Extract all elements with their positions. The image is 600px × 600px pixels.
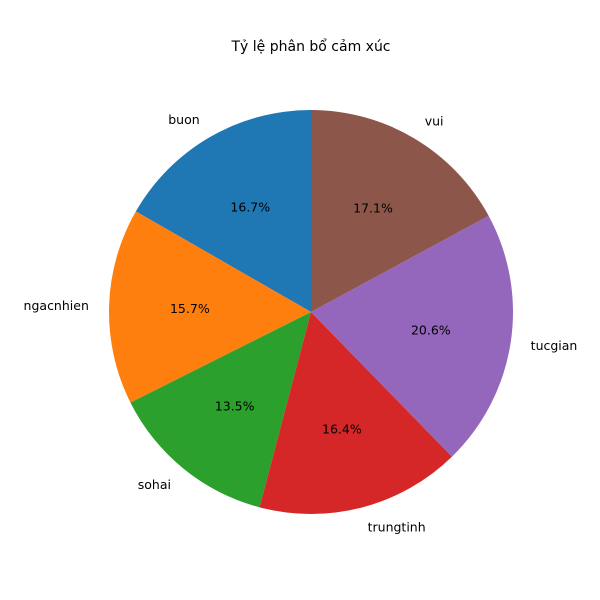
category-label-sohai: sohai [138, 477, 171, 492]
pct-label-vui: 17.1% [353, 200, 393, 215]
category-label-buon: buon [168, 112, 199, 127]
pct-label-trungtinh: 16.4% [322, 422, 362, 437]
chart-title: Tỷ lệ phân bổ cảm xúc [230, 38, 390, 55]
category-label-trungtinh: trungtinh [368, 519, 426, 534]
pie-chart: Tỷ lệ phân bổ cảm xúc 16.7% 15.7% 13.5% 16.… [0, 0, 600, 600]
pct-label-tucgian: 20.6% [411, 323, 451, 338]
category-label-ngacnhien: ngacnhien [24, 298, 89, 313]
pct-label-sohai: 13.5% [215, 399, 255, 414]
category-label-tucgian: tucgian [531, 338, 578, 353]
pct-label-buon: 16.7% [230, 200, 270, 215]
pie-chart-canvas: Tỷ lệ phân bổ cảm xúc 16.7% 15.7% 13.5% 16.… [24, 38, 578, 534]
pct-label-ngacnhien: 15.7% [170, 301, 210, 316]
category-label-vui: vui [425, 114, 444, 129]
